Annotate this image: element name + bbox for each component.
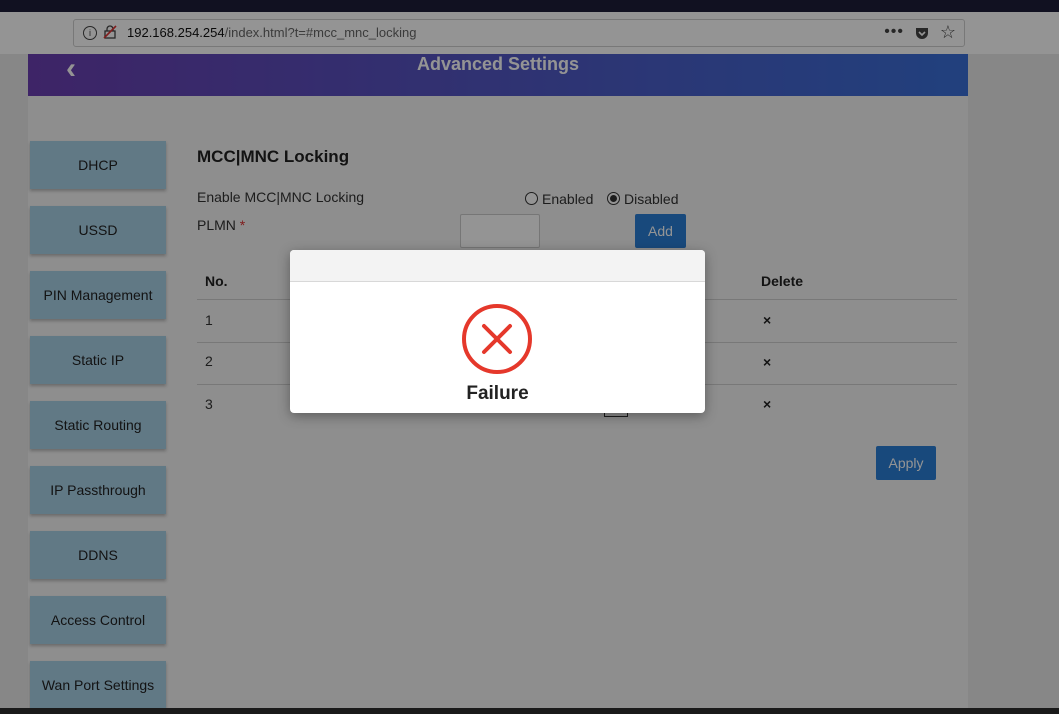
dialog-header	[290, 250, 705, 282]
taskbar-edge	[0, 708, 1059, 714]
failure-x-icon	[462, 304, 532, 374]
dialog-status-text: Failure	[466, 383, 529, 404]
failure-dialog: Failure	[290, 250, 705, 413]
